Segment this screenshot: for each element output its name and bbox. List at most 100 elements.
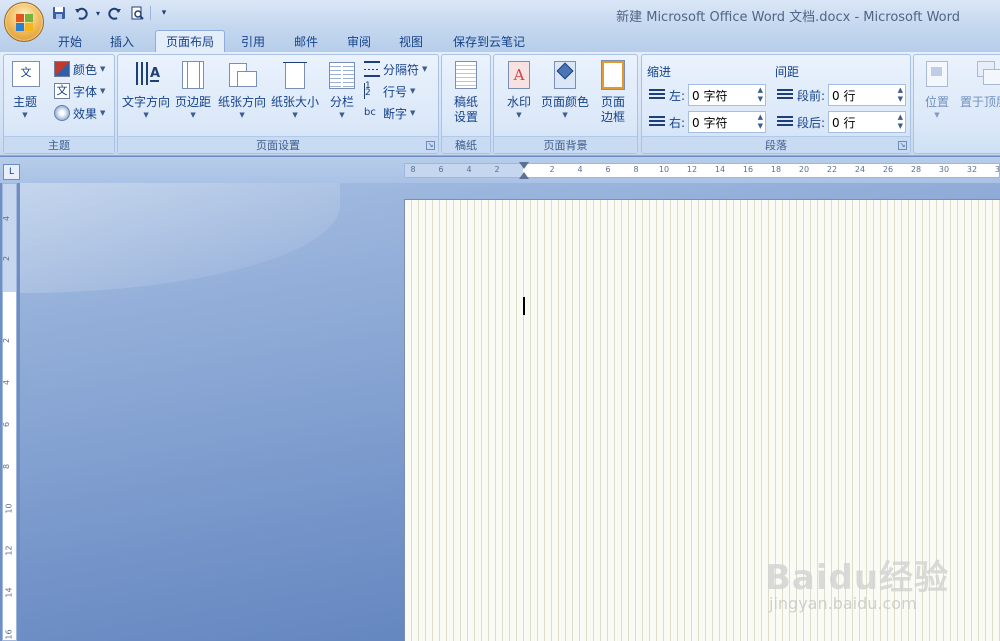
ruler-tick-label: 12 [686, 165, 698, 174]
effects-icon [54, 105, 70, 121]
spinner-arrows-icon[interactable]: ▲ ▼ [758, 113, 763, 131]
themes-button[interactable]: 文 主题 ▼ [10, 59, 40, 120]
ruler-tick-label: 14 [714, 165, 726, 174]
watermark-icon: A [504, 59, 534, 91]
redo-icon[interactable] [106, 4, 124, 22]
paragraph-launcher-icon[interactable]: ↘ [898, 141, 907, 150]
spinner-arrows-icon[interactable]: ▲ ▼ [898, 113, 903, 131]
draft-settings-label-2: 设置 [453, 110, 478, 124]
line-numbers-button[interactable]: 12 行号 ▼ [364, 81, 415, 101]
group-label-page-setup: 页面设置 [118, 136, 438, 153]
undo-dropdown-icon[interactable]: ▾ [94, 4, 102, 22]
theme-fonts-button[interactable]: 文 字体 ▼ [54, 81, 105, 101]
ruler-tick-label: 6 [605, 165, 611, 174]
baidu-jingyan-watermark: Baidu经验 jingyan.baidu.com [765, 540, 985, 620]
position-button[interactable]: 位置 ▼ [922, 59, 952, 120]
spacing-after-input[interactable]: 0 行 ▲ ▼ [828, 111, 907, 133]
customize-icon[interactable]: ▾ [155, 4, 173, 22]
breaks-icon [364, 61, 380, 77]
vertical-ruler[interactable]: 4 2 2 4 6 8 10 12 14 16 [2, 183, 17, 641]
ruler-tick-label: 28 [910, 165, 922, 174]
horizontal-ruler[interactable]: 8642246810121416182022242628303234 [404, 162, 1000, 179]
theme-colors-button[interactable]: 颜色 ▼ [54, 59, 105, 79]
size-button[interactable]: 纸张大小 ▼ [271, 59, 319, 120]
watermark-button[interactable]: A 水印 ▼ [504, 59, 534, 120]
chevron-down-icon: ▼ [934, 111, 940, 119]
text-direction-icon: A [131, 59, 161, 91]
print-preview-icon[interactable] [128, 4, 146, 22]
office-button[interactable] [4, 2, 44, 42]
position-label: 位置 [924, 95, 949, 109]
ruler-tick-label: 10 [658, 165, 670, 174]
spacing-before-input[interactable]: 0 行 ▲ ▼ [828, 84, 907, 106]
spacing-before-control: 段前: 0 行 ▲ ▼ [777, 84, 907, 106]
vertical-ruler-margin-shade [3, 184, 16, 292]
group-label-paragraph: 段落 [642, 136, 910, 153]
text-direction-button[interactable]: A 文字方向 ▼ [122, 59, 170, 120]
indent-marker-bottom-icon[interactable] [519, 172, 529, 179]
vertical-ruler-tick-label: 6 [2, 421, 12, 428]
tab-mailings[interactable]: 邮件 [284, 30, 328, 52]
page-color-button[interactable]: 页面颜色 ▼ [541, 59, 589, 120]
margins-label: 页边距 [175, 95, 212, 109]
chevron-down-icon: ▼ [292, 111, 298, 119]
bring-to-front-icon [969, 59, 1000, 91]
page-borders-button[interactable]: 页面 边框 [598, 59, 628, 125]
margins-button[interactable]: 页边距 ▼ [175, 59, 211, 120]
vertical-ruler-tick-label: 16 [4, 629, 14, 640]
spinner-arrows-icon[interactable]: ▲ ▼ [898, 86, 903, 104]
breaks-button[interactable]: 分隔符 ▼ [364, 59, 427, 79]
page-color-label: 页面颜色 [541, 95, 590, 109]
breaks-label: 分隔符 [383, 62, 420, 77]
indent-right-input[interactable]: 0 字符 ▲ ▼ [688, 111, 767, 133]
vertical-ruler-tick-label: 2 [2, 337, 12, 344]
ruler-tick-label: 6 [438, 165, 444, 174]
orientation-button[interactable]: 纸张方向 ▼ [218, 59, 266, 120]
undo-icon[interactable] [72, 4, 90, 22]
spacing-heading: 间距 [775, 65, 800, 79]
line-numbers-label: 行号 [383, 84, 408, 99]
page-setup-launcher-icon[interactable]: ↘ [426, 141, 435, 150]
columns-icon [327, 59, 357, 91]
tab-references[interactable]: 引用 [231, 30, 275, 52]
tab-view[interactable]: 视图 [389, 30, 433, 52]
save-icon[interactable] [50, 4, 68, 22]
chevron-down-icon: ▼ [143, 111, 149, 119]
ruler-tick-label: 8 [410, 165, 416, 174]
ruler-tick-label: 18 [770, 165, 782, 174]
tab-selector-button[interactable]: L [3, 164, 20, 180]
tab-page-layout[interactable]: 页面布局 [155, 30, 226, 52]
indent-heading: 缩进 [647, 65, 672, 79]
tab-insert[interactable]: 插入 [100, 30, 144, 52]
tab-review[interactable]: 审阅 [337, 30, 381, 52]
indent-marker-icon[interactable] [519, 162, 529, 169]
svg-text:A: A [150, 66, 160, 81]
bring-to-front-button[interactable]: 置于顶层 [960, 59, 1000, 110]
orientation-label: 纸张方向 [218, 95, 267, 109]
tab-home[interactable]: 开始 [48, 30, 92, 52]
columns-button[interactable]: 分栏 ▼ [327, 59, 357, 120]
ruler-tick-label: 2 [549, 165, 555, 174]
theme-colors-label: 颜色 [73, 62, 98, 77]
ruler-tick-label: 20 [798, 165, 810, 174]
group-arrange: 位置 ▼ 置于顶层 [913, 54, 1000, 154]
tab-save-to-cloud-notes[interactable]: 保存到云笔记 [443, 30, 535, 52]
ribbon: 文 主题 ▼ 颜色 ▼ 文 字体 ▼ 效果 ▼ 主题 A 文字方向 ▼ 页边距 … [0, 52, 1000, 156]
hyphenation-button[interactable]: bc 断字 ▼ [364, 103, 415, 123]
quick-access-toolbar: ▾ ▾ [50, 4, 173, 22]
qat-separator [150, 6, 151, 20]
spacing-after-icon [777, 116, 793, 128]
theme-fonts-label: 字体 [73, 84, 98, 99]
draft-settings-button[interactable]: 稿纸 设置 [451, 59, 481, 125]
spinner-arrows-icon[interactable]: ▲ ▼ [758, 86, 763, 104]
indent-left-input[interactable]: 0 字符 ▲ ▼ [688, 84, 767, 106]
indent-left-label: 左: [669, 88, 686, 103]
theme-effects-button[interactable]: 效果 ▼ [54, 103, 105, 123]
text-cursor [523, 297, 525, 315]
vertical-ruler-tick-label: 4 [2, 215, 12, 222]
vertical-ruler-tick-label: 2 [2, 255, 12, 262]
position-icon [922, 59, 952, 91]
draft-settings-label-1: 稿纸 [453, 95, 478, 109]
chevron-down-icon: ▼ [516, 111, 522, 119]
line-numbers-icon: 12 [364, 82, 380, 99]
